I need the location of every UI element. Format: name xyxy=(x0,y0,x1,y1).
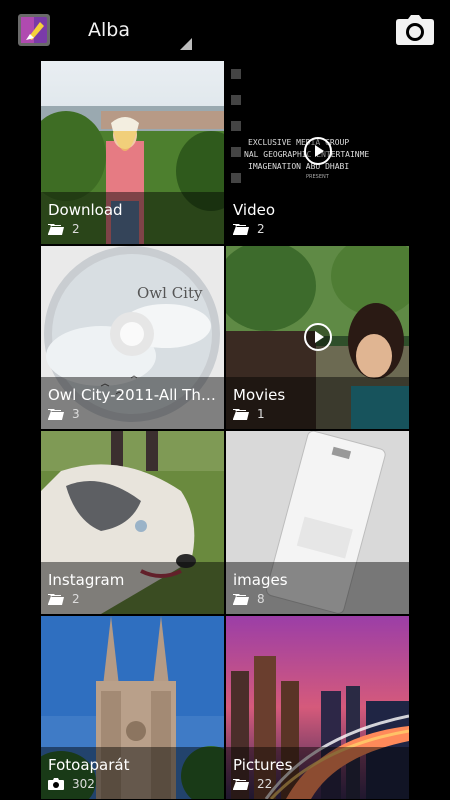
album-title: Download xyxy=(48,201,123,219)
album-count: 8 xyxy=(257,592,265,606)
album-tile-instagram[interactable]: Instagram 2 xyxy=(41,431,224,614)
cd-label: Owl City xyxy=(137,284,203,302)
album-tile-fotoaparat[interactable]: Fotoaparát 302 xyxy=(41,616,224,799)
play-icon[interactable] xyxy=(304,323,332,351)
video-text-line1: EXCLUSIVE MEDIA GROUP xyxy=(248,138,349,147)
album-meta: 22 xyxy=(233,777,272,791)
album-title: Instagram xyxy=(48,571,125,589)
camera-small-icon xyxy=(48,778,64,790)
album-count: 302 xyxy=(72,777,95,791)
album-meta: 2 xyxy=(48,592,80,606)
album-tile-images[interactable]: images 8 xyxy=(226,431,409,614)
album-count: 2 xyxy=(72,222,80,236)
album-title: Video xyxy=(233,201,276,219)
album-tile-owl-city[interactable]: Owl City Owl City-2011-All Thing... 3 xyxy=(41,246,224,429)
play-icon[interactable] xyxy=(304,137,332,165)
album-count: 2 xyxy=(257,222,265,236)
album-title: images xyxy=(233,571,288,589)
gallery-app-icon[interactable] xyxy=(18,14,50,46)
folder-icon xyxy=(233,779,249,790)
album-count: 22 xyxy=(257,777,273,791)
album-meta: 2 xyxy=(233,222,265,236)
album-tile-video[interactable]: EXCLUSIVE MEDIA GROUP NAL GEOGRAPHIC ENT… xyxy=(226,61,409,244)
album-tile-pictures[interactable]: Pictures 22 xyxy=(226,616,409,799)
dropdown-triangle-icon[interactable] xyxy=(180,38,192,50)
video-text-line3: IMAGENATION ABU DHABI xyxy=(248,162,349,171)
folder-icon xyxy=(48,224,64,235)
folder-icon xyxy=(233,594,249,605)
album-tile-movies[interactable]: Movies 1 xyxy=(226,246,409,429)
album-count: 3 xyxy=(72,407,80,421)
folder-icon xyxy=(233,409,249,420)
album-tile-download[interactable]: Download 2 xyxy=(41,61,224,244)
folder-icon xyxy=(233,224,249,235)
album-meta: 2 xyxy=(48,222,80,236)
album-count: 1 xyxy=(257,407,265,421)
album-meta: 1 xyxy=(233,407,265,421)
folder-icon xyxy=(48,594,64,605)
album-title: Fotoaparát xyxy=(48,756,130,774)
camera-icon[interactable] xyxy=(396,14,434,46)
album-spinner-label[interactable]: Alba xyxy=(88,19,130,41)
album-meta: 3 xyxy=(48,407,80,421)
album-count: 2 xyxy=(72,592,80,606)
folder-icon xyxy=(48,409,64,420)
album-title: Pictures xyxy=(233,756,293,774)
video-text-line4: PRESENT xyxy=(306,174,330,180)
album-title: Owl City-2011-All Thing... xyxy=(48,386,220,404)
album-meta: 302 xyxy=(48,777,95,791)
action-bar: Alba xyxy=(0,0,450,60)
album-title: Movies xyxy=(233,386,286,404)
album-meta: 8 xyxy=(233,592,265,606)
